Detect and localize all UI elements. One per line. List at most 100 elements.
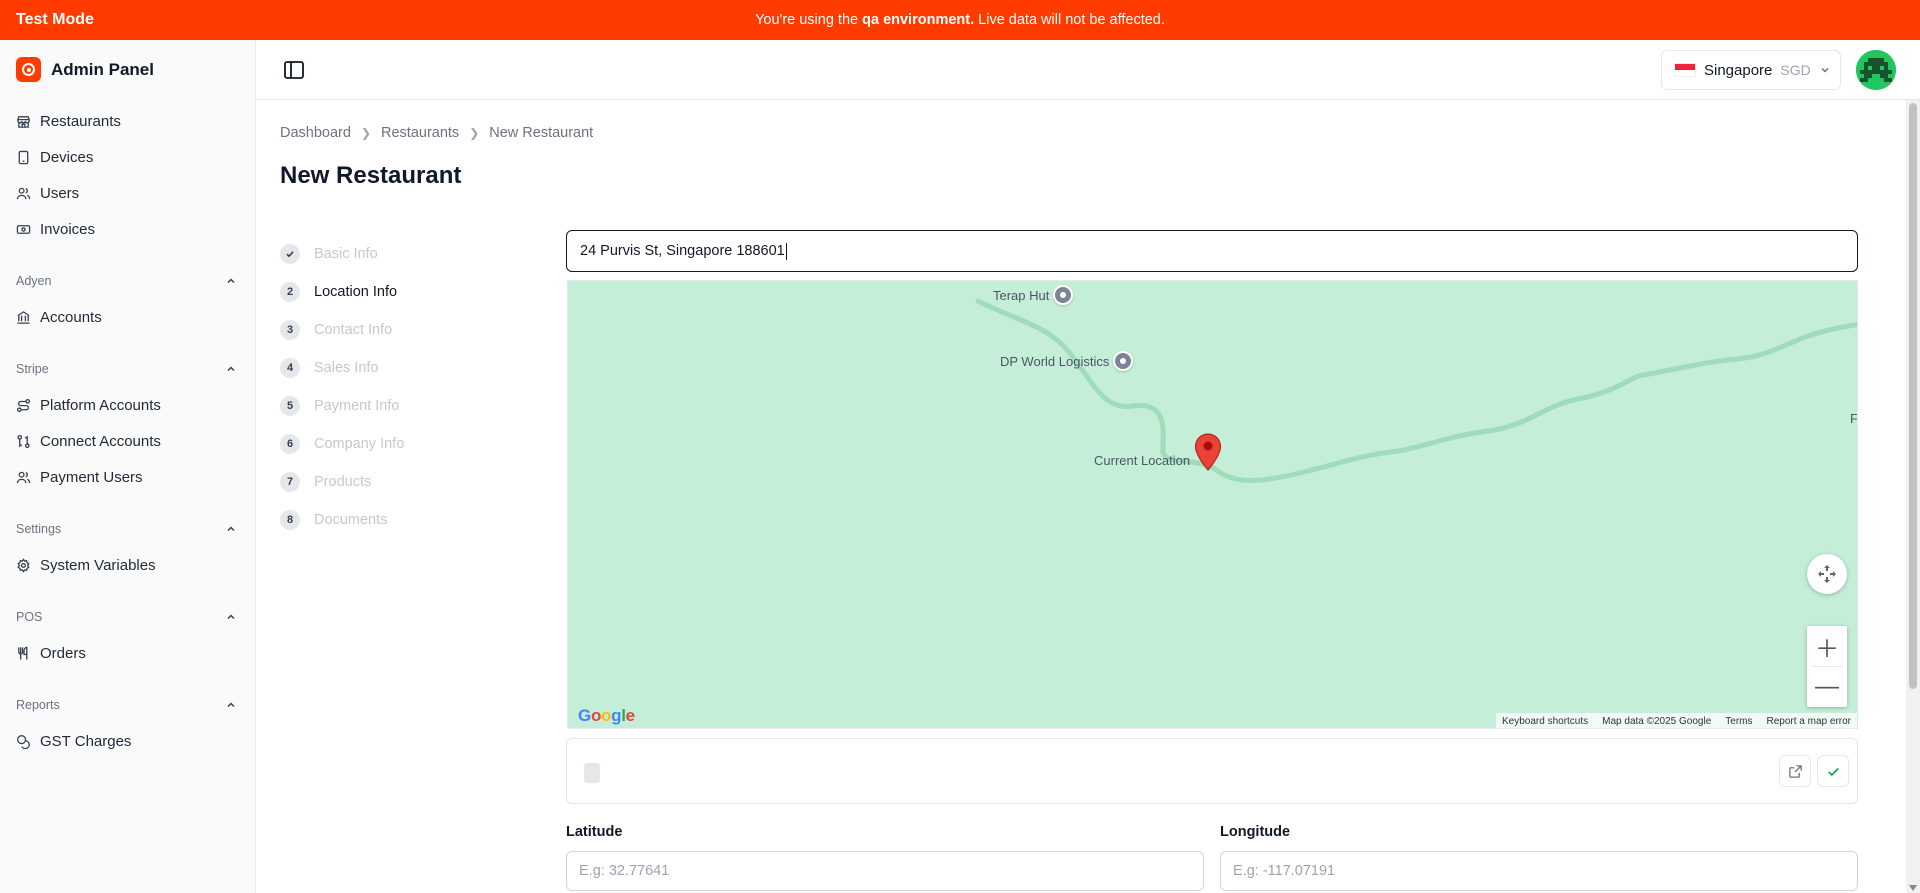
terms-link[interactable]: Terms bbox=[1725, 716, 1752, 727]
stepper: Basic Info 2 Location Info 3 Contact Inf… bbox=[280, 235, 404, 539]
red-marker-icon bbox=[1195, 433, 1222, 471]
group-header-stripe[interactable]: Stripe bbox=[0, 351, 255, 387]
coins-icon bbox=[17, 734, 30, 749]
breadcrumb-dashboard[interactable]: Dashboard bbox=[280, 125, 351, 141]
avatar[interactable] bbox=[1856, 50, 1896, 90]
step-location-info[interactable]: 2 Location Info bbox=[280, 273, 404, 311]
step-number: 3 bbox=[280, 320, 300, 340]
step-number: 6 bbox=[280, 434, 300, 454]
sidebar-item-label: Users bbox=[40, 184, 80, 202]
check-icon bbox=[280, 244, 300, 264]
sidebar-item-label: Payment Users bbox=[40, 468, 143, 486]
open-external-button[interactable] bbox=[1779, 755, 1811, 787]
step-products[interactable]: 7 Products bbox=[280, 463, 404, 501]
page-scrollbar[interactable] bbox=[1906, 100, 1920, 893]
confirm-location-button[interactable] bbox=[1817, 755, 1849, 787]
zoom-in-button[interactable]: ＋ bbox=[1807, 626, 1847, 666]
sidebar-item-label: GST Charges bbox=[40, 732, 132, 750]
chevron-up-icon bbox=[227, 526, 235, 532]
step-documents[interactable]: 8 Documents bbox=[280, 501, 404, 539]
step-contact-info[interactable]: 3 Contact Info bbox=[280, 311, 404, 349]
sidebar-item-label: Accounts bbox=[40, 308, 102, 326]
group-header-pos[interactable]: POS bbox=[0, 599, 255, 635]
pixel-avatar-icon bbox=[1856, 50, 1896, 90]
map-fullscreen-button[interactable] bbox=[1807, 554, 1847, 594]
sidebar-item-connect-accounts[interactable]: Connect Accounts bbox=[0, 423, 255, 459]
store-icon bbox=[17, 115, 30, 128]
location-map[interactable]: Terap Hut DP World Logistics Current Loc… bbox=[567, 280, 1858, 729]
sidebar-item-payment-users[interactable]: Payment Users bbox=[0, 459, 255, 495]
group-header-reports[interactable]: Reports bbox=[0, 687, 255, 723]
country-selector[interactable]: Singapore SGD bbox=[1661, 50, 1841, 90]
keyboard-shortcuts-link[interactable]: Keyboard shortcuts bbox=[1502, 716, 1588, 727]
test-mode-banner: Test Mode You're using the qa environmen… bbox=[0, 0, 1920, 40]
brand[interactable]: Admin Panel bbox=[0, 40, 255, 99]
sidebar-item-accounts[interactable]: Accounts bbox=[0, 299, 255, 335]
map-zoom-controls: ＋ — bbox=[1807, 626, 1847, 707]
sidebar-item-platform-accounts[interactable]: Platform Accounts bbox=[0, 387, 255, 423]
latitude-field[interactable]: E.g: 32.77641 bbox=[566, 851, 1204, 891]
longitude-field[interactable]: E.g: -117.07191 bbox=[1220, 851, 1858, 891]
step-basic-info[interactable]: Basic Info bbox=[280, 235, 404, 273]
chevron-down-icon bbox=[1821, 67, 1829, 73]
poi-terap-hut[interactable]: Terap Hut bbox=[993, 285, 1074, 305]
step-label: Sales Info bbox=[314, 360, 379, 376]
google-logo-icon[interactable]: Google bbox=[578, 706, 635, 726]
loading-skeleton bbox=[584, 763, 600, 783]
expand-arrows-icon bbox=[1818, 565, 1836, 583]
sidebar-item-devices[interactable]: Devices bbox=[0, 139, 255, 175]
map-data-credit: Map data ©2025 Google bbox=[1602, 715, 1712, 727]
step-payment-info[interactable]: 5 Payment Info bbox=[280, 387, 404, 425]
brand-name: Admin Panel bbox=[51, 59, 154, 79]
zoom-out-button[interactable]: — bbox=[1807, 667, 1847, 707]
breadcrumb-restaurants[interactable]: Restaurants bbox=[381, 125, 459, 141]
scroll-down-arrow-icon[interactable] bbox=[1909, 885, 1917, 891]
chevron-up-icon bbox=[227, 702, 235, 708]
step-number: 7 bbox=[280, 472, 300, 492]
scrollbar-thumb[interactable] bbox=[1909, 103, 1917, 689]
map-edge-label: F bbox=[1850, 411, 1858, 426]
plus-icon: ＋ bbox=[1815, 635, 1839, 663]
route-icon bbox=[16, 398, 31, 412]
sidebar-item-label: Connect Accounts bbox=[40, 432, 161, 450]
gear-icon bbox=[17, 557, 30, 573]
step-company-info[interactable]: 6 Company Info bbox=[280, 425, 404, 463]
minus-icon: — bbox=[1815, 673, 1839, 700]
chevron-right-icon: ❯ bbox=[469, 126, 480, 140]
map-attribution: Keyboard shortcuts Map data ©2025 Google… bbox=[1495, 713, 1857, 728]
external-link-icon bbox=[1788, 764, 1802, 778]
chevron-up-icon bbox=[227, 614, 235, 620]
sidebar-item-orders[interactable]: Orders bbox=[0, 635, 255, 671]
address-search-input[interactable]: 24 Purvis St, Singapore 188601 bbox=[566, 230, 1858, 272]
step-number: 2 bbox=[280, 282, 300, 302]
bank-icon bbox=[17, 310, 30, 324]
tablet-icon bbox=[18, 150, 29, 164]
test-mode-label: Test Mode bbox=[16, 11, 94, 28]
sidebar-item-users[interactable]: Users bbox=[0, 175, 255, 211]
group-header-settings[interactable]: Settings bbox=[0, 511, 255, 547]
main-content: Dashboard ❯ Restaurants ❯ New Restaurant… bbox=[256, 100, 1906, 893]
sidebar-toggle-icon[interactable] bbox=[282, 58, 306, 82]
river-path bbox=[975, 298, 1857, 483]
poi-dp-world-logistics[interactable]: DP World Logistics bbox=[1000, 351, 1134, 371]
breadcrumb: Dashboard ❯ Restaurants ❯ New Restaurant bbox=[280, 125, 593, 141]
map-pin-icon bbox=[1113, 351, 1134, 371]
group-header-adyen[interactable]: Adyen bbox=[0, 263, 255, 299]
sidebar-item-label: Orders bbox=[40, 644, 86, 662]
sidebar-item-system-variables[interactable]: System Variables bbox=[0, 547, 255, 583]
step-label: Documents bbox=[314, 512, 388, 528]
report-map-error-link[interactable]: Report a map error bbox=[1767, 716, 1851, 727]
sidebar-item-invoices[interactable]: Invoices bbox=[0, 211, 255, 247]
sidebar-item-restaurants[interactable]: Restaurants bbox=[0, 103, 255, 139]
step-label: Products bbox=[314, 474, 372, 490]
check-icon bbox=[1827, 767, 1839, 776]
sidebar-item-gst-charges[interactable]: GST Charges bbox=[0, 723, 255, 759]
poi-label: Terap Hut bbox=[993, 287, 1050, 303]
poi-label: DP World Logistics bbox=[1000, 353, 1110, 369]
current-location-marker[interactable]: Current Location bbox=[1094, 433, 1222, 471]
latitude-label: Latitude bbox=[566, 824, 623, 840]
step-sales-info[interactable]: 4 Sales Info bbox=[280, 349, 404, 387]
top-header: Singapore SGD bbox=[256, 40, 1920, 100]
step-number: 8 bbox=[280, 510, 300, 530]
users-icon bbox=[16, 471, 31, 483]
